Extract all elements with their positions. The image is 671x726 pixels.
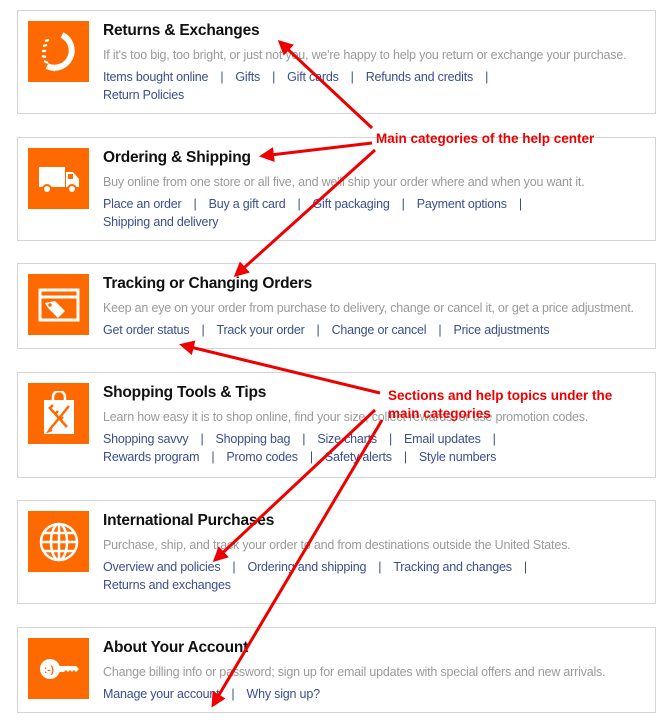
link-separator: | (272, 70, 276, 84)
link-separator: | (403, 450, 407, 464)
link-separator: | (518, 197, 522, 211)
link-separator: | (211, 450, 215, 464)
topic-link[interactable]: Shopping bag (216, 432, 291, 446)
topic-link[interactable]: Shopping savvy (103, 432, 189, 446)
category-card-international: International Purchases Purchase, ship, … (17, 500, 656, 604)
price-tag-icon[interactable] (28, 274, 89, 335)
topic-link[interactable]: Get order status (103, 323, 190, 337)
category-card-ordering: Ordering & Shipping Buy online from one … (17, 137, 656, 241)
category-description: Learn how easy it is to shop online, fin… (103, 410, 589, 424)
link-separator: | (492, 432, 496, 446)
topic-links: Items bought online | Gifts | Gift cards | Ref… (103, 68, 645, 104)
topic-link[interactable]: Promo codes (226, 450, 298, 464)
topic-link[interactable]: Gift cards (287, 70, 339, 84)
category-description: Change billing info or password; sign up… (103, 665, 606, 679)
annotation-main-categories: Main categories of the help center (376, 131, 595, 146)
link-separator: | (350, 70, 354, 84)
topic-links: Get order status | Track your order | Change… (103, 321, 645, 339)
svg-text::-): :-) (44, 665, 54, 676)
link-separator: | (193, 197, 197, 211)
topic-link[interactable]: Buy a gift card (209, 197, 286, 211)
topic-link[interactable]: Price adjustments (453, 323, 549, 337)
category-title[interactable]: About Your Account (103, 639, 645, 657)
topic-link[interactable]: Why sign up? (246, 687, 320, 701)
category-card-account: :-) About Your Account Change billing in… (17, 627, 656, 713)
link-separator: | (316, 323, 320, 337)
shopping-tools-icon[interactable] (28, 383, 89, 444)
annotation-sections-line2: main categories (388, 406, 491, 421)
topic-link[interactable]: Return Policies (103, 88, 184, 102)
topic-links: Place an order | Buy a gift card | Gift pack… (103, 195, 645, 231)
topic-link[interactable]: Tracking and changes (393, 560, 512, 574)
annotation-sections-line1: Sections and help topics under the (388, 388, 613, 403)
topic-link[interactable]: Gift packaging (313, 197, 390, 211)
category-title[interactable]: Ordering & Shipping (103, 149, 645, 167)
topic-link[interactable]: Items bought online (103, 70, 209, 84)
category-description: Buy online from one store or all five, a… (103, 175, 585, 189)
link-separator: | (523, 560, 527, 574)
link-separator: | (200, 432, 204, 446)
link-separator: | (231, 687, 235, 701)
category-description: Keep an eye on your order from purchase … (103, 301, 634, 315)
topic-link[interactable]: Returns and exchanges (103, 578, 231, 592)
topic-links: Shopping savvy | Shopping bag | Size charts |… (103, 430, 645, 466)
topic-link[interactable]: Shipping and delivery (103, 215, 219, 229)
topic-link[interactable]: Manage your account (103, 687, 220, 701)
category-description: If it's too big, too bright, or just not… (103, 48, 627, 62)
topic-link[interactable]: Rewards program (103, 450, 200, 464)
category-description: Purchase, ship, and track your order to … (103, 538, 571, 552)
globe-icon[interactable] (28, 511, 89, 572)
category-title[interactable]: International Purchases (103, 512, 645, 530)
link-separator: | (485, 70, 489, 84)
topic-links: Overview and policies | Ordering and shipp… (103, 558, 645, 594)
key-icon[interactable]: :-) (28, 638, 89, 699)
topic-links: Manage your account | Why sign up? (103, 685, 645, 703)
category-card-tracking: Tracking or Changing Orders Keep an eye … (17, 263, 656, 349)
topic-link[interactable]: Ordering and shipping (247, 560, 366, 574)
link-separator: | (309, 450, 313, 464)
topic-link[interactable]: Change or cancel (332, 323, 427, 337)
topic-link[interactable]: Overview and policies (103, 560, 221, 574)
category-card-returns: Returns & Exchanges If it's too big, too… (17, 10, 656, 114)
link-separator: | (302, 432, 306, 446)
link-separator: | (378, 560, 382, 574)
topic-link[interactable]: Email updates (404, 432, 481, 446)
topic-link[interactable]: Size charts (317, 432, 377, 446)
link-separator: | (438, 323, 442, 337)
topic-link[interactable]: Refunds and credits (366, 70, 474, 84)
topic-link[interactable]: Payment options (417, 197, 507, 211)
returns-icon[interactable] (28, 21, 89, 82)
link-separator: | (297, 197, 301, 211)
link-separator: | (201, 323, 205, 337)
link-separator: | (220, 70, 224, 84)
link-separator: | (401, 197, 405, 211)
topic-link[interactable]: Track your order (217, 323, 305, 337)
category-title[interactable]: Tracking or Changing Orders (103, 275, 645, 293)
category-title[interactable]: Returns & Exchanges (103, 22, 645, 40)
topic-link[interactable]: Safety alerts (325, 450, 392, 464)
truck-icon[interactable] (28, 148, 89, 209)
topic-link[interactable]: Place an order (103, 197, 182, 211)
link-separator: | (232, 560, 236, 574)
link-separator: | (388, 432, 393, 446)
topic-link[interactable]: Style numbers (419, 450, 496, 464)
topic-link[interactable]: Gifts (235, 70, 260, 84)
